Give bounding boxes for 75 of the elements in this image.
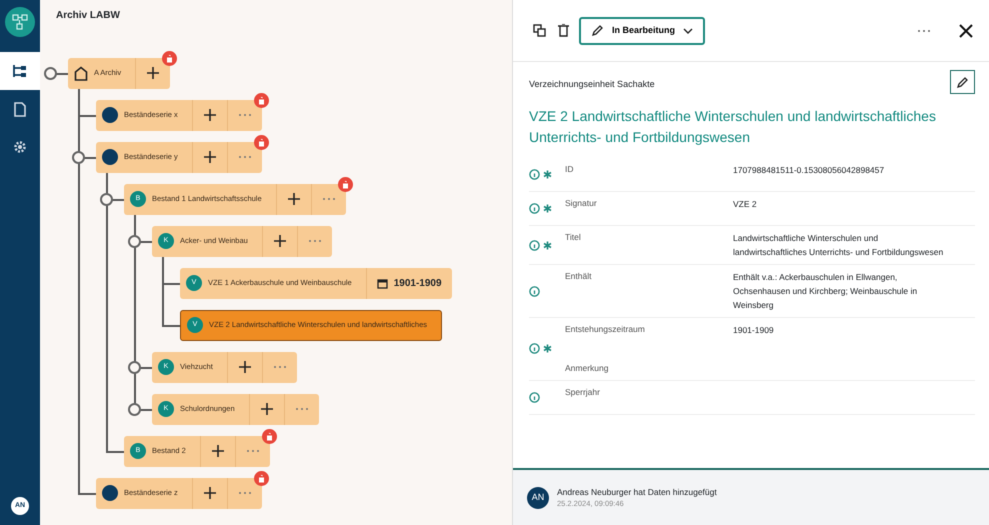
field-label: Entstehungszeitraum	[565, 323, 646, 336]
close-button[interactable]	[957, 22, 975, 40]
trash-icon	[258, 138, 265, 146]
info-icon[interactable]	[529, 203, 540, 214]
series-dot	[102, 149, 118, 165]
field-label: Sperrjahr	[565, 386, 601, 398]
field-value: Landwirtschaftliche Winterschulen und landwirtschaftliches Unterrichts- und Fortbildungswesen	[733, 232, 944, 259]
pencil-icon	[591, 24, 604, 37]
info-icon[interactable]	[529, 343, 540, 354]
info-icon[interactable]	[529, 392, 540, 402]
copy-button[interactable]	[531, 22, 548, 39]
record-title: VZE 2 Landwirtschaftliche Winterschulen und landwirtschaftliches Unterrichts- und Fortbildungswesen	[529, 107, 937, 147]
plus-icon	[204, 487, 216, 499]
more-icon	[322, 197, 336, 201]
close-icon	[959, 24, 973, 38]
plus-icon	[204, 109, 216, 121]
sidebar-tab[interactable]	[0, 52, 40, 90]
trash-icon	[258, 96, 265, 104]
status-dropdown[interactable]: In Bearbeitung	[579, 16, 706, 44]
series-dot	[102, 485, 118, 501]
collapse-toggle[interactable]	[72, 151, 85, 164]
more-icon	[272, 365, 287, 369]
field-label: Enthält	[565, 270, 592, 283]
plus-icon	[204, 151, 216, 163]
more-icon	[238, 113, 252, 117]
field-label: Signatur	[565, 197, 598, 210]
collapse-toggle[interactable]	[44, 67, 57, 80]
field-value: VZE 2	[733, 198, 758, 211]
series-dot	[102, 107, 118, 123]
field-label: Anmerkung	[565, 362, 610, 374]
date-range: 1901-1909	[394, 276, 442, 290]
field-value: 1901-1909	[733, 324, 775, 337]
delete-button[interactable]	[556, 22, 571, 39]
plus-icon	[212, 445, 224, 457]
collapse-toggle[interactable]	[128, 403, 141, 416]
record-type: Verzeichnungseinheit Sachakte	[529, 78, 655, 91]
more-icon	[246, 449, 260, 453]
field-label: Titel	[565, 231, 582, 244]
plus-icon	[147, 67, 160, 79]
info-icon[interactable]	[529, 240, 540, 250]
logo-icon	[5, 7, 35, 37]
field-value: 1707988481511-0.15308056042898457	[733, 164, 886, 177]
field-label: ID	[565, 163, 574, 176]
more-icon	[238, 491, 252, 495]
copy-icon	[533, 24, 546, 37]
plus-icon	[274, 235, 286, 247]
more-icon	[294, 407, 309, 411]
pencil-icon	[956, 76, 969, 88]
house-icon	[74, 66, 88, 80]
canvas-title: Archiv LABW	[55, 9, 121, 23]
trash-icon	[558, 24, 569, 37]
chevron-icon	[683, 28, 694, 34]
edit-button[interactable]	[950, 70, 975, 94]
collapse-toggle[interactable]	[100, 193, 113, 206]
info-icon[interactable]	[529, 169, 540, 180]
plus-icon	[288, 193, 300, 205]
more-icon	[917, 28, 931, 32]
plus-icon	[238, 361, 251, 373]
plus-icon	[260, 403, 273, 415]
tree-icon	[12, 64, 28, 78]
trash-icon	[266, 432, 273, 440]
more-icon	[308, 239, 322, 243]
info-icon[interactable]	[529, 286, 540, 296]
trash-icon	[166, 54, 174, 62]
calendar-icon	[376, 278, 388, 288]
collapse-toggle[interactable]	[128, 361, 141, 374]
field-value: Enthält v.a.: Ackerbauschulen in Ellwangen, Ochsenhausen und Kirchberg; Weinbauschule in Weinsberg	[733, 271, 918, 312]
more-icon	[238, 155, 252, 159]
collapse-toggle[interactable]	[128, 235, 141, 248]
trash-icon	[342, 180, 349, 188]
document-icon	[14, 102, 26, 116]
settings-icon	[13, 140, 27, 154]
activity-text: Andreas Neuburger hat Daten hinzugefügt	[557, 486, 717, 498]
trash-icon	[258, 474, 265, 482]
user-avatar: AN	[527, 486, 549, 508]
